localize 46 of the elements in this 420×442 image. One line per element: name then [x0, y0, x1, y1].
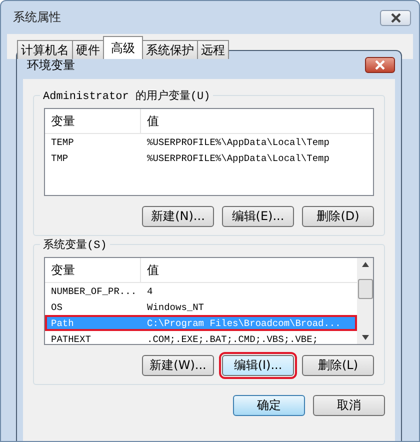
tab[interactable]: 远程: [197, 40, 229, 59]
action-button[interactable]: 新建(W)...: [142, 355, 214, 376]
variable-value: .COM;.EXE;.BAT;.CMD;.VBS;.VBE;: [146, 334, 320, 344]
variable-value: %USERPROFILE%\AppData\Local\Temp: [146, 136, 330, 148]
variable-name: NUMBER_OF_PR...: [50, 286, 138, 296]
list-row[interactable]: TMP %USERPROFILE%\AppData\Local\Temp: [45, 150, 373, 166]
group-label: Administrator 的用户变量(U): [40, 88, 214, 103]
column-header[interactable]: 变量: [45, 109, 141, 133]
variable-name: OS: [50, 302, 64, 312]
close-button[interactable]: [365, 57, 395, 73]
down-arrow-icon: [362, 335, 368, 340]
variable-value: 4: [146, 286, 154, 296]
group-label: 系统变量(S): [40, 237, 110, 252]
list-row[interactable]: PATHEXT .COM;.EXE;.BAT;.CMD;.VBS;.VBE;: [45, 331, 357, 344]
up-arrow-icon: [362, 262, 368, 267]
dialog-button[interactable]: 取消: [313, 395, 385, 416]
variable-name: TMP: [50, 152, 70, 164]
action-button[interactable]: 新建(N)...: [142, 206, 214, 227]
scrollbar-thumb[interactable]: [358, 279, 372, 299]
variable-value: %USERPROFILE%\AppData\Local\Temp: [146, 152, 330, 164]
close-icon: [374, 60, 386, 70]
variable-value: C:\Program Files\Broadcom\Broad...: [146, 318, 342, 328]
list-row[interactable]: OS Windows_NT: [45, 299, 357, 315]
action-button[interactable]: 编辑(I)...: [222, 355, 294, 376]
close-button[interactable]: [380, 10, 411, 26]
column-header[interactable]: 值: [141, 258, 357, 282]
scrollbar[interactable]: [357, 258, 373, 344]
variable-name: Path: [50, 318, 75, 328]
tab[interactable]: 高级: [103, 36, 143, 59]
tab[interactable]: 系统保护: [142, 40, 198, 59]
variable-value: Windows_NT: [146, 302, 206, 312]
column-header[interactable]: 变量: [45, 258, 141, 282]
action-button[interactable]: 删除(L): [302, 355, 374, 376]
dialog-title: 环境变量: [26, 56, 75, 74]
close-icon: [390, 12, 402, 22]
dialog-button[interactable]: 确定: [233, 395, 305, 416]
variable-name: PATHEXT: [50, 334, 92, 344]
action-button[interactable]: 删除(D): [302, 206, 374, 227]
list-row[interactable]: NUMBER_OF_PR... 4: [45, 283, 357, 299]
action-button[interactable]: 编辑(E)...: [222, 206, 294, 227]
column-header[interactable]: 值: [141, 109, 373, 133]
tab[interactable]: 计算机名: [17, 40, 73, 59]
window-title: 系统属性: [12, 9, 61, 26]
list-row[interactable]: TEMP %USERPROFILE%\AppData\Local\Temp: [45, 134, 373, 150]
variable-name: TEMP: [50, 136, 75, 148]
tab[interactable]: 硬件: [72, 40, 104, 59]
